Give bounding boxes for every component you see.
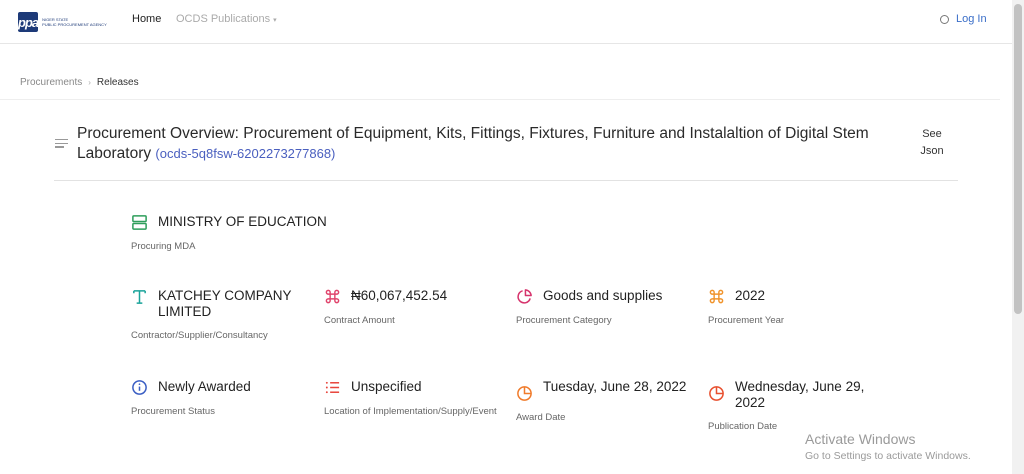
nav-home-link[interactable]: Home <box>132 13 161 25</box>
command-icon <box>709 289 724 304</box>
detail-location: Unspecified Location of Implementation/S… <box>324 379 499 419</box>
breadcrumb-separator: › <box>88 78 91 87</box>
contractor-label: Contractor/Supplier/Consultancy <box>131 330 268 341</box>
login-icon <box>940 14 949 24</box>
watermark-subtitle: Go to Settings to activate Windows. <box>805 450 971 462</box>
award-date-value: Tuesday, June 28, 2022 <box>543 379 687 394</box>
procurement-category-value: Goods and supplies <box>543 288 663 303</box>
watermark-title: Activate Windows <box>805 431 916 447</box>
info-icon <box>132 380 147 395</box>
logo-mark: ppa <box>18 12 39 32</box>
publication-date-value: Wednesday, June 29, 2022 <box>735 379 865 410</box>
contractor-value: KATCHEY COMPANY LIMITED <box>158 288 292 319</box>
location-value: Unspecified <box>351 379 422 394</box>
procurement-year-label: Procurement Year <box>708 315 785 326</box>
page-title: Procurement Overview: Procurement of Equ… <box>77 124 907 164</box>
clock-pie-icon <box>709 386 724 401</box>
command-icon <box>325 289 340 304</box>
scrollbar-thumb[interactable] <box>1014 4 1022 314</box>
nav-ocds-label: OCDS Publications <box>176 13 271 25</box>
procuring-mda-label: Procuring MDA <box>131 241 196 252</box>
detail-procurement-status: Newly Awarded Procurement Status <box>131 379 306 419</box>
login-link[interactable]: Log In <box>940 13 987 25</box>
detail-procuring-mda: MINISTRY OF EDUCATION Procuring MDA <box>131 214 391 254</box>
windows-activation-watermark: Activate Windows Go to Settings to activ… <box>805 431 971 462</box>
procurement-year-value: 2022 <box>735 288 766 303</box>
breadcrumb-procurements[interactable]: Procurements <box>20 77 82 88</box>
location-label: Location of Implementation/Supply/Event <box>324 406 497 417</box>
scrollbar[interactable] <box>1012 0 1024 474</box>
top-navbar: ppa NIGER STATE PUBLIC PROCUREMENT AGENC… <box>0 0 1012 44</box>
procurement-status-label: Procurement Status <box>131 406 215 417</box>
divider <box>54 180 958 181</box>
detail-procurement-year: 2022 Procurement Year <box>708 288 883 328</box>
divider <box>0 99 1000 100</box>
nav-ocds-dropdown[interactable]: OCDS Publications ▾ <box>176 13 277 25</box>
detail-contractor: KATCHEY COMPANY LIMITED Contractor/Suppl… <box>131 288 306 343</box>
see-json-link[interactable]: See Json <box>912 126 952 160</box>
login-label: Log In <box>956 13 987 25</box>
detail-contract-amount: ₦60,067,452.54 Contract Amount <box>324 288 499 328</box>
list-icon <box>325 381 340 394</box>
detail-award-date: Tuesday, June 28, 2022 Award Date <box>516 379 691 425</box>
server-icon <box>132 215 147 230</box>
award-date-label: Award Date <box>516 412 566 423</box>
breadcrumb: Procurements › Releases <box>20 77 139 88</box>
ocid-link[interactable]: (ocds-5q8fsw-6202273277868) <box>155 146 335 161</box>
text-icon <box>133 290 146 304</box>
procurement-status-value: Newly Awarded <box>158 379 251 394</box>
pie-chart-icon <box>517 289 532 304</box>
logo-text-line2: PUBLIC PROCUREMENT AGENCY <box>42 22 107 27</box>
procuring-mda-value: MINISTRY OF EDUCATION <box>158 214 327 229</box>
detail-publication-date: Wednesday, June 29, 2022 Publication Dat… <box>708 379 898 434</box>
clock-pie-icon <box>517 386 532 401</box>
procurement-category-label: Procurement Category <box>516 315 612 326</box>
detail-procurement-category: Goods and supplies Procurement Category <box>516 288 696 328</box>
logo-text: NIGER STATE PUBLIC PROCUREMENT AGENCY <box>42 17 107 27</box>
ppa-logo[interactable]: ppa NIGER STATE PUBLIC PROCUREMENT AGENC… <box>18 11 107 33</box>
contract-amount-value: ₦60,067,452.54 <box>351 288 448 303</box>
align-left-icon <box>55 139 68 150</box>
contract-amount-label: Contract Amount <box>324 315 395 326</box>
caret-down-icon: ▾ <box>273 17 277 24</box>
breadcrumb-releases: Releases <box>96 77 139 88</box>
